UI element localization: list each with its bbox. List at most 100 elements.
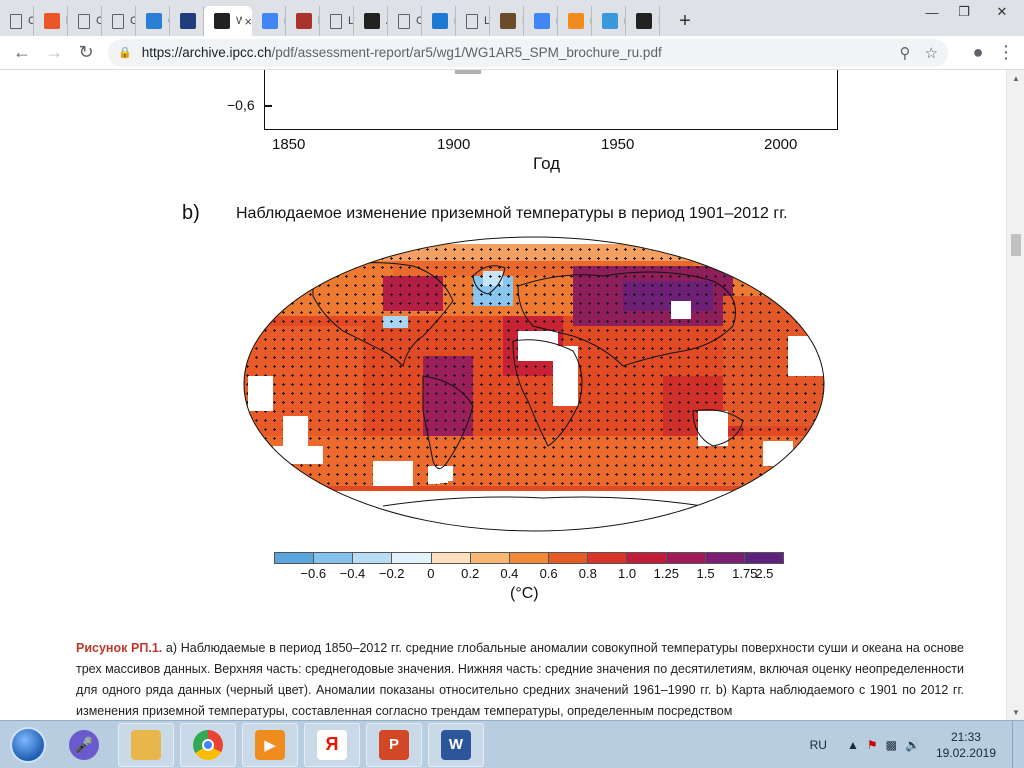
colorbar-segment xyxy=(588,553,628,563)
colorbar-segment xyxy=(627,553,667,563)
browser-tab[interactable]: C xyxy=(102,6,136,36)
tray-icons: ▲ ⚑ ▩ 🔊 xyxy=(847,738,920,752)
doc-icon xyxy=(330,13,342,29)
browser-tab[interactable]: r xyxy=(592,6,626,36)
scrollbar-thumb[interactable] xyxy=(1011,234,1021,256)
window-controls: — ❐ ✕ xyxy=(916,0,1024,24)
yandex-browser-app[interactable]: Я xyxy=(304,722,360,767)
graph-x-axis-label: Год xyxy=(533,154,561,173)
colorbar-segment xyxy=(431,553,471,563)
network-icon[interactable]: ▩ xyxy=(886,738,897,752)
tab-label: H xyxy=(658,15,659,27)
graph-x-tick-label: 1950 xyxy=(601,136,635,153)
tab-label: C xyxy=(28,15,33,27)
taskbar: 🎤 ▶ Я P W RU ▲ ⚑ ▩ 🔊 21:33 19.02.2019 xyxy=(0,720,1024,768)
browser-tab[interactable]: C xyxy=(0,6,34,36)
browser-tab[interactable]: A xyxy=(354,6,388,36)
browser-tab[interactable]: L xyxy=(456,6,490,36)
graph-x-tick-label: 1850 xyxy=(272,136,306,153)
colorbar-segment xyxy=(666,553,706,563)
media-player-app[interactable]: ▶ xyxy=(242,722,298,767)
colorbar-segment xyxy=(549,553,589,563)
colorbar xyxy=(274,552,784,564)
colorbar-unit: (°C) xyxy=(510,585,539,602)
start-button[interactable] xyxy=(0,721,56,768)
browser-tab[interactable]: C xyxy=(68,6,102,36)
bookmark-star-icon[interactable]: ☆ xyxy=(925,44,938,62)
colorbar-segment xyxy=(353,553,393,563)
google-icon xyxy=(534,13,550,29)
colorbar-tick-label: 1.0 xyxy=(618,566,637,581)
browser-tab[interactable]: H xyxy=(626,6,660,36)
show-hidden-icons-icon[interactable]: ▲ xyxy=(847,738,859,752)
powerpoint-app[interactable]: P xyxy=(366,722,422,767)
profile-icon[interactable]: ● xyxy=(962,42,994,63)
close-tab-icon[interactable]: × xyxy=(244,14,252,29)
zoom-icon[interactable]: ⚲ xyxy=(900,44,911,62)
scroll-up-icon[interactable]: ▲ xyxy=(1007,70,1024,86)
vertical-scrollbar[interactable]: ▲ ▼ xyxy=(1006,70,1024,720)
kremlin-icon xyxy=(296,13,312,29)
colorbar-tick-label: 0 xyxy=(427,566,435,581)
colorbar-tick-label: 1.5 xyxy=(696,566,715,581)
tab-label: A xyxy=(386,15,387,27)
url-text[interactable]: https://archive.ipcc.ch/pdf/assessment-r… xyxy=(142,45,886,60)
menu-kebab-icon[interactable]: ⋮ xyxy=(994,42,1018,63)
browser-tab[interactable]: L xyxy=(320,6,354,36)
browser-tab[interactable]: L xyxy=(490,6,524,36)
browser-tab[interactable]: I xyxy=(170,6,204,36)
forward-arrow-icon[interactable]: → xyxy=(38,39,70,67)
microphone-app[interactable]: 🎤 xyxy=(56,723,112,767)
colorbar-tick-label: 0.4 xyxy=(500,566,519,581)
microphone-icon: 🎤 xyxy=(69,729,99,760)
tab-label: r xyxy=(556,15,557,27)
browser-tab[interactable]: k xyxy=(286,6,320,36)
colorbar-tick-label: 2.5 xyxy=(755,566,774,581)
windows-logo-icon xyxy=(10,726,46,763)
close-window-icon[interactable]: ✕ xyxy=(980,0,1024,24)
colorbar-tick-label: −0.4 xyxy=(339,566,366,581)
restore-icon[interactable]: ❐ xyxy=(948,0,980,24)
browser-tab[interactable]: r xyxy=(422,6,456,36)
browser-tab[interactable]: W × xyxy=(204,6,252,36)
file-explorer-app[interactable] xyxy=(118,722,174,767)
google-icon xyxy=(262,13,278,29)
tab-label: C xyxy=(416,15,421,27)
minimize-icon[interactable]: — xyxy=(916,0,948,24)
top-graph-frame xyxy=(264,70,838,130)
browser-tab[interactable]: r xyxy=(524,6,558,36)
yandex-icon: Я xyxy=(317,729,347,760)
pi-icon xyxy=(44,13,60,29)
pdf-viewport[interactable]: −0,6 1850 1900 1950 2000 Год b) Наблюдае… xyxy=(0,70,1006,720)
powerpoint-icon: P xyxy=(379,729,409,760)
browser-tab[interactable]: r xyxy=(252,6,286,36)
back-arrow-icon[interactable]: ← xyxy=(6,39,38,67)
scroll-down-icon[interactable]: ▼ xyxy=(1007,704,1024,720)
flag-icon[interactable]: ⚑ xyxy=(867,738,878,752)
word-app[interactable]: W xyxy=(428,722,484,767)
browser-tab[interactable]: C xyxy=(388,6,422,36)
browser-tab[interactable]: C xyxy=(136,6,170,36)
wiki-icon xyxy=(636,13,652,29)
temperature-change-map xyxy=(243,236,825,532)
folder-icon xyxy=(131,729,161,760)
volume-icon[interactable]: 🔊 xyxy=(905,738,920,752)
colorbar-tick-label: 1.75 xyxy=(732,566,758,581)
clock[interactable]: 21:33 19.02.2019 xyxy=(936,729,996,761)
globe-icon xyxy=(146,13,162,29)
address-bar[interactable]: 🔒 https://archive.ipcc.ch/pdf/assessment… xyxy=(108,38,948,67)
browser-tab[interactable]: r xyxy=(558,6,592,36)
chrome-app[interactable] xyxy=(180,722,236,767)
tab-label: r xyxy=(590,15,591,27)
browser-tab[interactable]: k xyxy=(34,6,68,36)
show-desktop-button[interactable] xyxy=(1012,721,1024,768)
new-tab-button[interactable]: + xyxy=(668,6,702,36)
colorbar-segment xyxy=(744,553,784,563)
colorbar-segment xyxy=(392,553,432,563)
language-indicator[interactable]: RU xyxy=(810,738,827,752)
colorbar-tick-label: −0.2 xyxy=(378,566,405,581)
reload-icon[interactable]: ↻ xyxy=(70,39,102,67)
lock-icon[interactable]: 🔒 xyxy=(118,46,132,59)
colorbar-tick-label: 0.2 xyxy=(461,566,480,581)
tab-label: r xyxy=(624,15,625,27)
